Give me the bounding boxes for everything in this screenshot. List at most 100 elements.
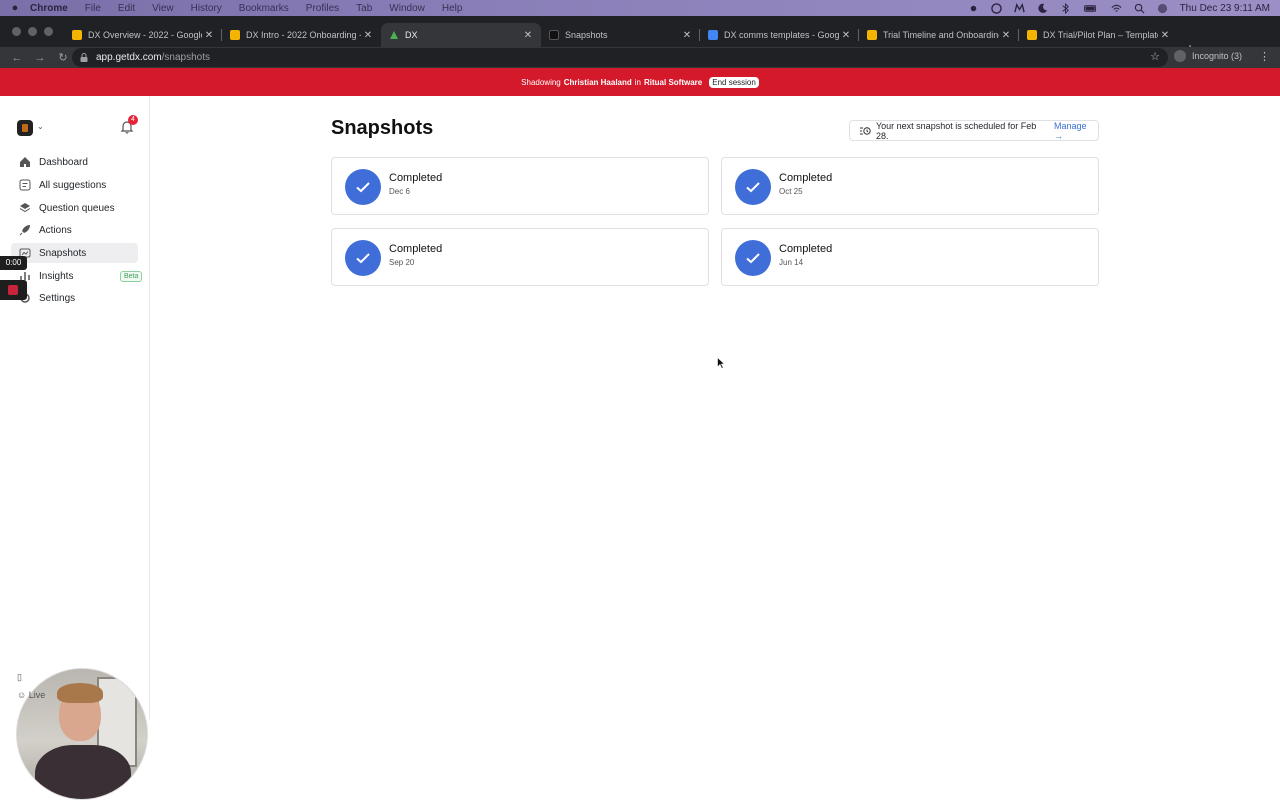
sidebar-item-label: Settings bbox=[39, 292, 76, 304]
org-logo[interactable] bbox=[17, 120, 33, 136]
recording-timer: 0:00 bbox=[0, 256, 27, 270]
end-session-button[interactable]: End session bbox=[709, 76, 759, 88]
google-docs-icon bbox=[708, 30, 718, 40]
tab-title: DX Intro - 2022 Onboarding - G bbox=[246, 30, 361, 40]
sidebar-item-label: Insights bbox=[39, 270, 74, 282]
check-icon bbox=[345, 240, 381, 276]
stop-recording-button[interactable] bbox=[0, 280, 27, 300]
sidebar-item-question-queues[interactable]: Question queues bbox=[11, 198, 138, 218]
google-slides-icon bbox=[230, 30, 240, 40]
webcam-person-body bbox=[35, 745, 131, 799]
brightness-icon[interactable] bbox=[968, 3, 979, 14]
app-status-icon[interactable] bbox=[990, 2, 1002, 14]
close-tab-icon[interactable]: ✕ bbox=[361, 30, 375, 41]
incognito-indicator[interactable]: Incognito (3) bbox=[1174, 50, 1242, 62]
snapshot-date: Sep 20 bbox=[389, 258, 415, 267]
layers-icon bbox=[19, 203, 31, 213]
snapshot-card[interactable]: Completed Jun 14 bbox=[721, 228, 1099, 286]
chevron-down-icon[interactable]: ⌄ bbox=[37, 122, 44, 131]
incognito-label: Incognito (3) bbox=[1192, 51, 1243, 61]
battery-icon[interactable] bbox=[1083, 3, 1099, 14]
sidebar-item-insights[interactable]: Insights Beta bbox=[11, 266, 143, 286]
snapshot-status: Completed bbox=[779, 172, 833, 184]
list-icon bbox=[19, 179, 31, 191]
moon-icon[interactable] bbox=[1037, 3, 1048, 14]
zoom-window-button[interactable] bbox=[44, 27, 53, 36]
snapshot-card[interactable]: Completed Dec 6 bbox=[331, 157, 709, 215]
banner-org: Ritual Software bbox=[644, 77, 703, 87]
browser-tab[interactable]: DX comms templates - Google ✕ bbox=[700, 23, 859, 47]
snapshot-status: Completed bbox=[779, 243, 833, 255]
close-window-button[interactable] bbox=[12, 27, 21, 36]
menu-chrome[interactable]: Chrome bbox=[30, 3, 68, 14]
check-icon bbox=[345, 169, 381, 205]
notification-badge: 4 bbox=[128, 115, 138, 125]
live-label[interactable]: ☺ Live bbox=[17, 690, 45, 700]
banner-mid: in bbox=[634, 77, 641, 87]
window-controls bbox=[12, 27, 53, 36]
close-tab-icon[interactable]: ✕ bbox=[839, 30, 853, 41]
sidebar-item-label: All suggestions bbox=[39, 179, 107, 191]
clock[interactable]: Thu Dec 23 9:11 AM bbox=[1180, 3, 1270, 14]
manage-link[interactable]: Manage → bbox=[1054, 121, 1098, 141]
reload-icon[interactable]: ↻ bbox=[57, 51, 69, 64]
apple-icon[interactable]: ● bbox=[0, 2, 30, 14]
close-tab-icon[interactable]: ✕ bbox=[999, 30, 1013, 41]
menu-profiles[interactable]: Profiles bbox=[306, 3, 339, 14]
spotlight-icon[interactable] bbox=[1134, 3, 1145, 14]
webcam-overlay[interactable] bbox=[16, 668, 148, 800]
menu-file[interactable]: File bbox=[85, 3, 101, 14]
google-slides-icon bbox=[867, 30, 877, 40]
close-tab-icon[interactable]: ✕ bbox=[680, 30, 694, 41]
sidebar-item-dashboard[interactable]: Dashboard bbox=[11, 152, 138, 172]
close-tab-icon[interactable]: ✕ bbox=[1158, 30, 1172, 41]
snapshot-card[interactable]: Completed Sep 20 bbox=[331, 228, 709, 286]
browser-tab[interactable]: Trial Timeline and Onboarding ✕ bbox=[859, 23, 1019, 47]
browser-tab[interactable]: Snapshots ✕ bbox=[541, 23, 700, 47]
book-icon[interactable]: ▯ bbox=[17, 672, 22, 683]
sidebar-item-actions[interactable]: Actions bbox=[11, 220, 138, 240]
sidebar-item-all-suggestions[interactable]: All suggestions bbox=[11, 175, 138, 195]
bluetooth-icon[interactable] bbox=[1060, 2, 1071, 14]
sidebar-item-settings[interactable]: Settings bbox=[11, 288, 138, 308]
menu-edit[interactable]: Edit bbox=[118, 3, 135, 14]
browser-menu-icon[interactable]: ⋮ bbox=[1259, 50, 1270, 63]
tab-title: DX Trial/Pilot Plan – Template bbox=[1043, 30, 1158, 40]
forward-icon[interactable]: → bbox=[34, 52, 46, 64]
snapshot-date: Dec 6 bbox=[389, 187, 410, 196]
close-tab-icon[interactable]: ✕ bbox=[202, 30, 216, 41]
sidebar-item-snapshots[interactable]: Snapshots bbox=[11, 243, 138, 263]
url-path: /snapshots bbox=[161, 52, 210, 63]
tab-title: Trial Timeline and Onboarding bbox=[883, 30, 999, 40]
menu-history[interactable]: History bbox=[191, 3, 222, 14]
minimize-window-button[interactable] bbox=[28, 27, 37, 36]
sidebar-item-label: Actions bbox=[39, 224, 72, 236]
bookmark-star-icon[interactable]: ☆ bbox=[1150, 50, 1160, 63]
browser-tab-active[interactable]: DX ✕ bbox=[381, 23, 541, 47]
browser-tab[interactable]: DX Intro - 2022 Onboarding - G ✕ bbox=[222, 23, 381, 47]
tab-title: DX bbox=[405, 30, 418, 40]
close-tab-icon[interactable]: ✕ bbox=[521, 30, 535, 41]
menu-bookmarks[interactable]: Bookmarks bbox=[239, 3, 289, 14]
shadowing-banner: Shadowing Christian Haaland in Ritual So… bbox=[0, 68, 1280, 96]
menu-view[interactable]: View bbox=[152, 3, 174, 14]
home-icon bbox=[20, 157, 30, 167]
address-bar[interactable]: app.getdx.com/snapshots ☆ bbox=[72, 48, 1168, 67]
sidebar-item-label: Question queues bbox=[39, 202, 115, 214]
dx-dark-icon bbox=[549, 30, 559, 40]
back-icon[interactable]: ← bbox=[11, 52, 23, 64]
snapshot-card[interactable]: Completed Oct 25 bbox=[721, 157, 1099, 215]
browser-tab[interactable]: DX Trial/Pilot Plan – Template ✕ bbox=[1019, 23, 1178, 47]
rocket-icon bbox=[19, 225, 30, 236]
url-host: app.getdx.com bbox=[96, 52, 162, 63]
menu-window[interactable]: Window bbox=[389, 3, 425, 14]
browser-tab[interactable]: DX Overview - 2022 - Google S ✕ bbox=[64, 23, 222, 47]
malwarebytes-icon[interactable] bbox=[1013, 2, 1025, 14]
siri-icon[interactable] bbox=[1157, 3, 1168, 14]
webcam-person-hair bbox=[57, 683, 103, 703]
page-title: Snapshots bbox=[331, 117, 434, 139]
wifi-icon[interactable] bbox=[1111, 3, 1122, 14]
menu-tab[interactable]: Tab bbox=[356, 3, 372, 14]
lock-icon[interactable] bbox=[80, 53, 88, 62]
menu-help[interactable]: Help bbox=[442, 3, 463, 14]
